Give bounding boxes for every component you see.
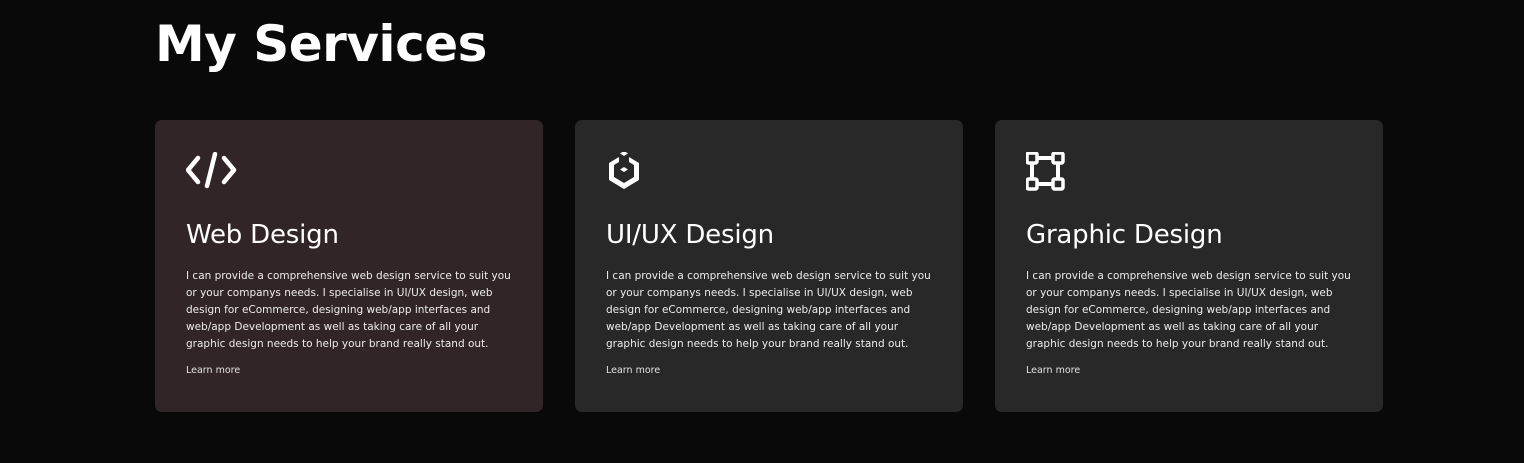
learn-more-link[interactable]: Learn more (606, 365, 660, 376)
service-description: I can provide a comprehensive web design… (1026, 270, 1351, 350)
service-title: UI/UX Design (606, 220, 774, 250)
page-title: My Services (155, 15, 487, 73)
cube-icon (606, 152, 658, 192)
service-title: Web Design (186, 220, 339, 250)
service-description: I can provide a comprehensive web design… (606, 270, 931, 350)
service-card-web-design[interactable]: Web Design I can provide a comprehensive… (155, 120, 543, 412)
learn-more-link[interactable]: Learn more (1026, 365, 1080, 376)
service-card-ui-ux-design[interactable]: UI/UX Design I can provide a comprehensi… (575, 120, 963, 412)
service-description: I can provide a comprehensive web design… (186, 270, 511, 350)
code-icon (186, 152, 238, 192)
service-card-graphic-design[interactable]: Graphic Design I can provide a comprehen… (995, 120, 1383, 412)
service-title: Graphic Design (1026, 220, 1223, 250)
vector-square-icon (1026, 152, 1078, 192)
services-list: Web Design I can provide a comprehensive… (155, 120, 1383, 412)
learn-more-link[interactable]: Learn more (186, 365, 240, 376)
services-section: My Services Web Design I can provide a c… (0, 0, 1524, 463)
